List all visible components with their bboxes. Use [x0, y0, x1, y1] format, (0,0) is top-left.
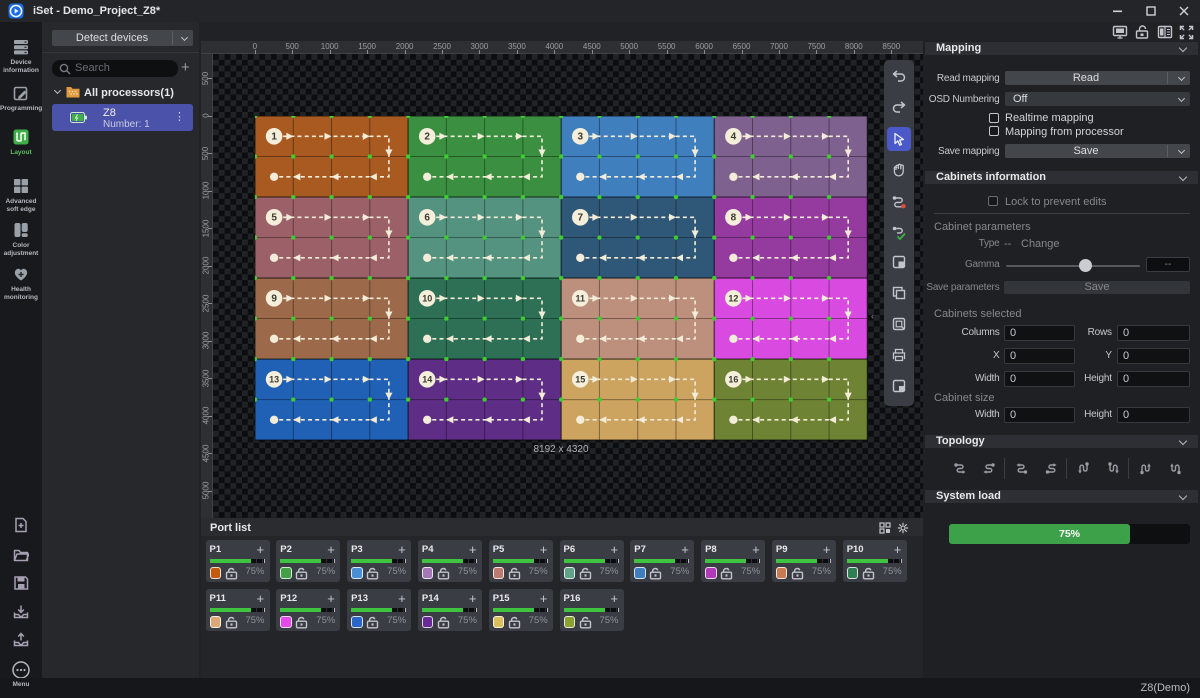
svg-text:7: 7: [578, 213, 584, 224]
svg-text:13: 13: [269, 375, 279, 385]
svg-text:1: 1: [271, 132, 277, 143]
svg-text:9: 9: [271, 294, 277, 305]
svg-text:3: 3: [578, 132, 584, 143]
svg-text:11: 11: [576, 294, 586, 304]
svg-text:16: 16: [728, 375, 738, 385]
svg-text:2: 2: [424, 132, 430, 143]
svg-text:12: 12: [728, 294, 738, 304]
svg-text:8: 8: [731, 213, 737, 224]
svg-text:14: 14: [422, 375, 432, 385]
svg-text:10: 10: [422, 294, 432, 304]
svg-text:4: 4: [731, 132, 737, 143]
svg-text:6: 6: [424, 213, 430, 224]
svg-text:15: 15: [575, 375, 585, 385]
svg-text:5: 5: [271, 213, 277, 224]
